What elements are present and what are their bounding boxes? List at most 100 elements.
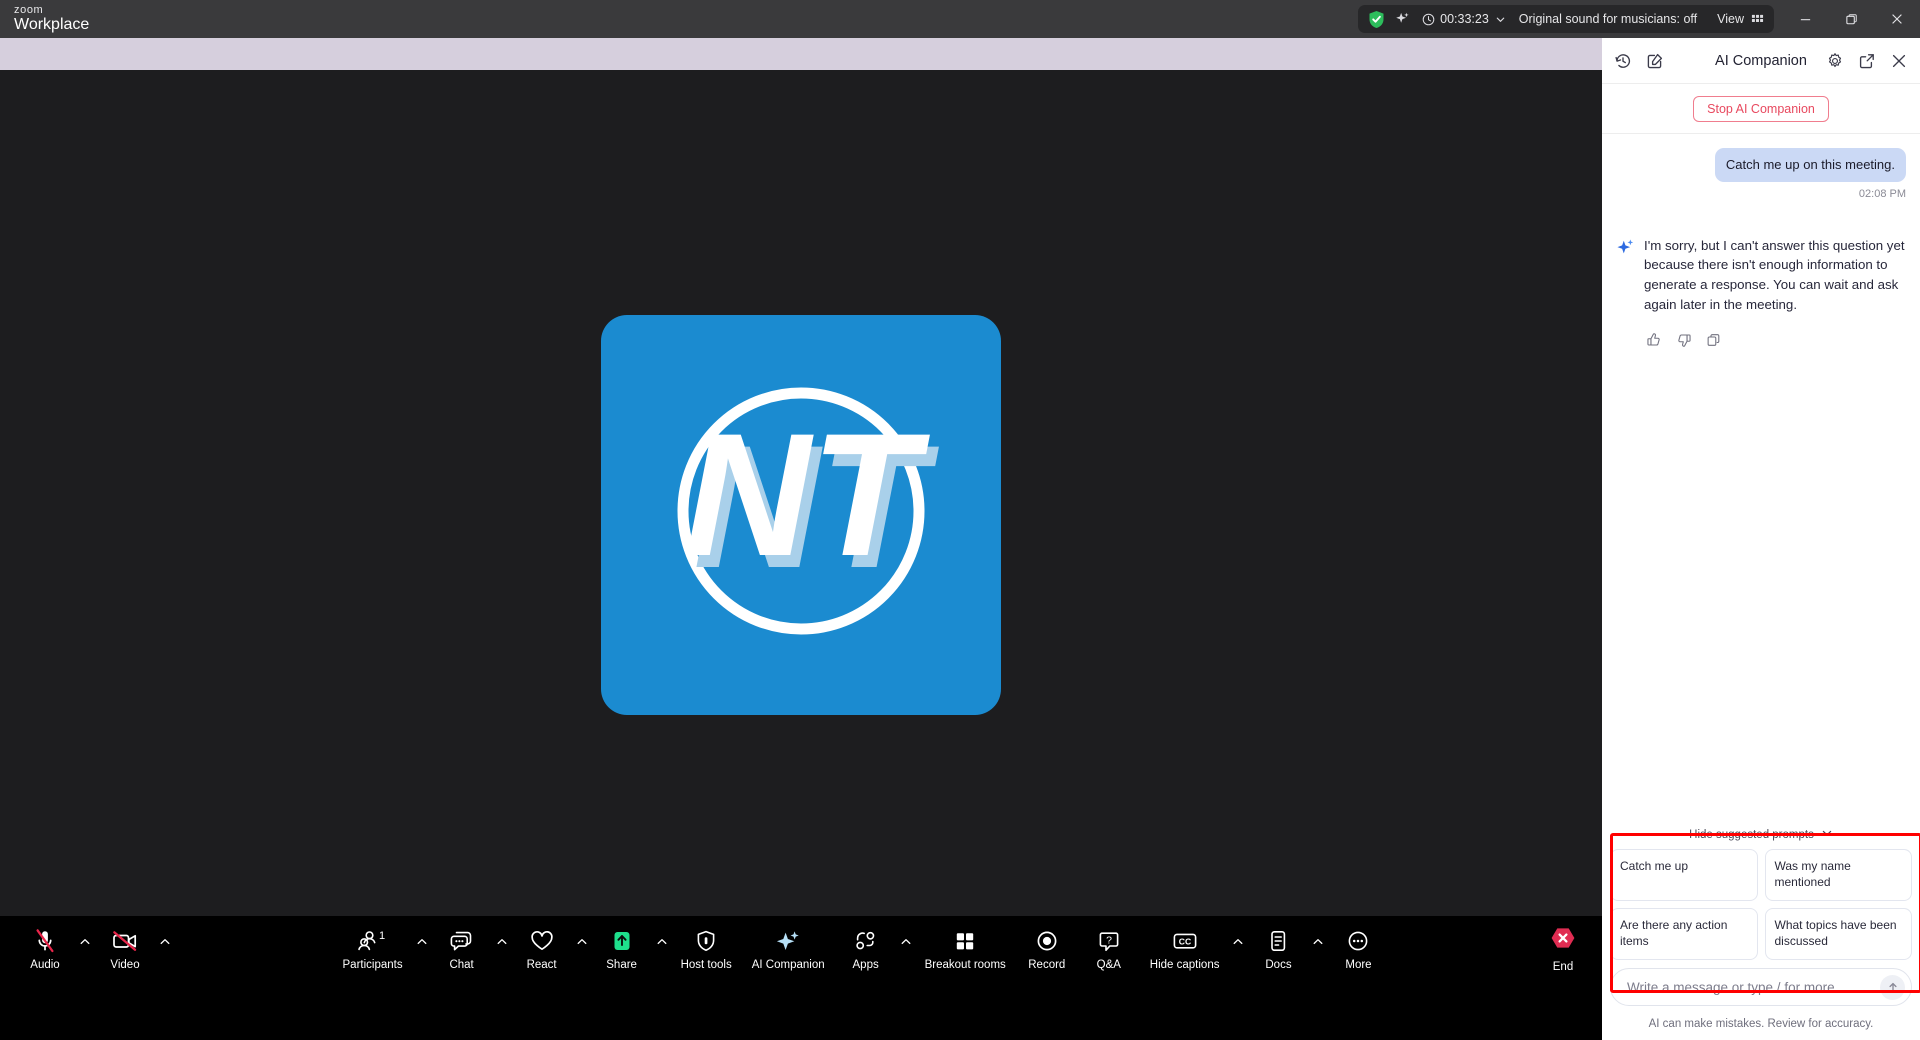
suggested-prompt-action-items[interactable]: Are there any action items bbox=[1610, 908, 1758, 960]
apps-options-caret[interactable] bbox=[897, 924, 915, 954]
close-icon[interactable] bbox=[1874, 0, 1920, 38]
thumbs-up-icon[interactable] bbox=[1646, 332, 1662, 348]
participants-button[interactable]: 1 Participants bbox=[333, 924, 413, 971]
view-selector[interactable]: View bbox=[1717, 12, 1764, 26]
heart-icon bbox=[529, 928, 555, 954]
suggested-prompts-grid: Catch me up Was my name mentioned Are th… bbox=[1610, 849, 1912, 960]
title-bar-right-group: 00:33:23 Original sound for musicians: o… bbox=[1358, 0, 1920, 38]
pop-out-icon[interactable] bbox=[1858, 52, 1876, 70]
chat-button[interactable]: Chat bbox=[431, 924, 493, 971]
qa-button[interactable]: ? Q&A bbox=[1078, 924, 1140, 971]
zoom-meeting-window: zoom Workplace bbox=[0, 0, 1920, 1040]
video-options-caret[interactable] bbox=[156, 924, 174, 954]
participants-control-group: 1 Participants bbox=[333, 924, 431, 971]
ai-sparkle-icon bbox=[775, 928, 801, 954]
meeting-status-pill: 00:33:23 Original sound for musicians: o… bbox=[1358, 5, 1774, 33]
hide-suggested-prompts-label: Hide suggested prompts bbox=[1689, 829, 1814, 841]
close-icon[interactable] bbox=[1890, 52, 1908, 70]
ai-message-text: I'm sorry, but I can't answer this quest… bbox=[1644, 236, 1906, 315]
user-message-row: Catch me up on this meeting. bbox=[1616, 148, 1906, 182]
hide-captions-button[interactable]: CC Hide captions bbox=[1140, 924, 1230, 971]
react-label: React bbox=[527, 959, 557, 971]
video-button[interactable]: Video bbox=[94, 924, 156, 971]
suggested-prompt-name-mentioned[interactable]: Was my name mentioned bbox=[1765, 849, 1913, 901]
title-bar: zoom Workplace bbox=[0, 0, 1920, 38]
svg-text:?: ? bbox=[1106, 934, 1112, 946]
host-tools-button[interactable]: Host tools bbox=[671, 924, 742, 971]
more-ellipsis-icon bbox=[1346, 928, 1370, 954]
captions-options-caret[interactable] bbox=[1229, 924, 1247, 954]
docs-label: Docs bbox=[1265, 959, 1291, 971]
more-button[interactable]: More bbox=[1327, 924, 1389, 971]
svg-text:NT: NT bbox=[684, 398, 930, 593]
breakout-rooms-button[interactable]: Breakout rooms bbox=[915, 924, 1016, 971]
ai-companion-label: AI Companion bbox=[752, 959, 825, 971]
meeting-timer[interactable]: 00:33:23 bbox=[1422, 12, 1506, 26]
stage-top-band bbox=[0, 38, 1602, 70]
new-chat-compose-icon[interactable] bbox=[1646, 52, 1664, 70]
chat-control-group: Chat bbox=[431, 924, 511, 971]
shield-host-icon bbox=[695, 928, 717, 954]
more-label: More bbox=[1345, 959, 1371, 971]
hide-suggested-prompts-toggle[interactable]: Hide suggested prompts bbox=[1602, 821, 1920, 849]
clock-icon bbox=[1422, 13, 1435, 26]
ai-sparkle-icon[interactable] bbox=[1394, 11, 1411, 28]
suggested-prompt-topics-discussed[interactable]: What topics have been discussed bbox=[1765, 908, 1913, 960]
question-answer-icon: ? bbox=[1098, 928, 1120, 954]
share-button[interactable]: Share bbox=[591, 924, 653, 971]
chevron-down-icon[interactable] bbox=[1495, 14, 1506, 25]
docs-options-caret[interactable] bbox=[1309, 924, 1327, 954]
video-camera-off-icon bbox=[111, 928, 139, 954]
audio-button[interactable]: Audio bbox=[14, 924, 76, 971]
participants-label: Participants bbox=[343, 959, 403, 971]
chat-bubble-icon bbox=[449, 928, 475, 954]
share-label: Share bbox=[606, 959, 637, 971]
gear-icon[interactable] bbox=[1826, 52, 1844, 70]
closed-captions-icon: CC bbox=[1171, 928, 1199, 954]
history-clock-icon[interactable] bbox=[1614, 52, 1632, 70]
copy-icon[interactable] bbox=[1706, 332, 1722, 348]
end-label: End bbox=[1553, 961, 1573, 973]
react-options-caret[interactable] bbox=[573, 924, 591, 954]
timer-value: 00:33:23 bbox=[1440, 12, 1489, 26]
audio-options-caret[interactable] bbox=[76, 924, 94, 954]
chat-options-caret[interactable] bbox=[493, 924, 511, 954]
participants-count: 1 bbox=[379, 930, 385, 942]
shield-check-icon[interactable] bbox=[1368, 10, 1385, 29]
toolbar-left-group: Audio bbox=[0, 924, 174, 971]
stop-ai-companion-row: Stop AI Companion bbox=[1602, 84, 1920, 134]
stop-ai-companion-button[interactable]: Stop AI Companion bbox=[1693, 96, 1829, 122]
suggested-prompt-catch-me-up[interactable]: Catch me up bbox=[1610, 849, 1758, 901]
apps-control-group: Apps bbox=[835, 924, 915, 971]
message-input[interactable] bbox=[1627, 980, 1880, 995]
breakout-rooms-label: Breakout rooms bbox=[925, 959, 1006, 971]
panel-header-right bbox=[1826, 52, 1908, 70]
participant-avatar-tile[interactable]: NT NT bbox=[601, 315, 1001, 715]
minimize-icon[interactable] bbox=[1782, 0, 1828, 38]
breakout-rooms-icon bbox=[953, 928, 977, 954]
send-arrow-up-icon[interactable] bbox=[1880, 975, 1905, 1000]
restore-window-icon[interactable] bbox=[1828, 0, 1874, 38]
end-meeting-button[interactable]: End bbox=[1548, 921, 1578, 973]
zoom-workplace-logo: zoom Workplace bbox=[0, 5, 89, 33]
docs-icon bbox=[1268, 928, 1288, 954]
end-call-icon bbox=[1548, 925, 1578, 956]
apps-button[interactable]: Apps bbox=[835, 924, 897, 971]
ai-companion-button[interactable]: AI Companion bbox=[742, 924, 835, 971]
docs-button[interactable]: Docs bbox=[1247, 924, 1309, 971]
svg-text:CC: CC bbox=[1178, 936, 1190, 946]
record-button[interactable]: Record bbox=[1016, 924, 1078, 971]
original-sound-status[interactable]: Original sound for musicians: off bbox=[1519, 12, 1697, 26]
message-composer[interactable] bbox=[1610, 968, 1912, 1006]
view-label: View bbox=[1717, 12, 1744, 26]
share-options-caret[interactable] bbox=[653, 924, 671, 954]
grid-view-icon bbox=[1751, 13, 1764, 26]
thumbs-down-icon[interactable] bbox=[1676, 332, 1692, 348]
react-button[interactable]: React bbox=[511, 924, 573, 971]
panel-header: AI Companion bbox=[1602, 38, 1920, 84]
chat-label: Chat bbox=[449, 959, 473, 971]
participants-icon: 1 bbox=[356, 928, 390, 954]
message-timestamp: 02:08 PM bbox=[1616, 188, 1906, 200]
ai-feedback-row bbox=[1616, 332, 1906, 348]
participants-options-caret[interactable] bbox=[413, 924, 431, 954]
